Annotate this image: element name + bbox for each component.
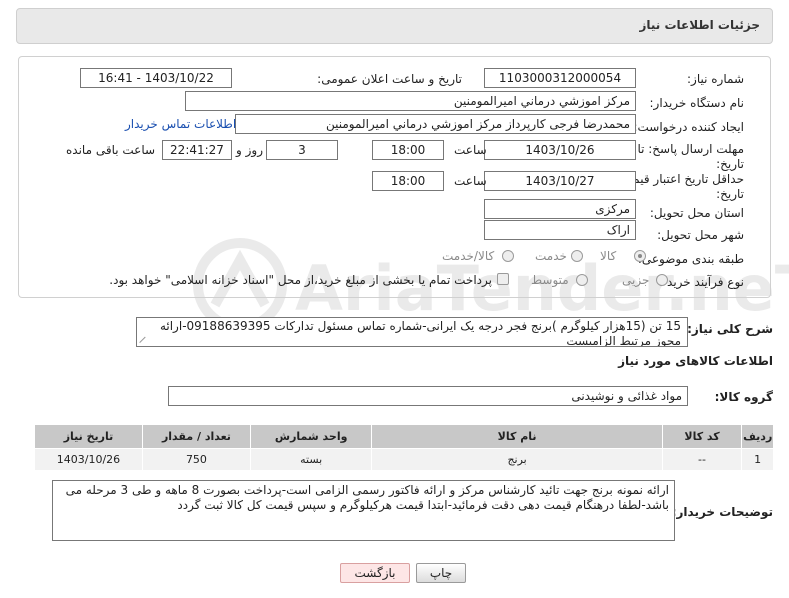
deadline-time-field: 18:00 <box>372 140 444 160</box>
column-header-quantity: تعداد / مقدار <box>141 424 251 449</box>
buyer-notes-label: توضیحات خریدار: <box>671 505 773 519</box>
validity-date-label: تاریخ: <box>716 187 744 201</box>
days-label: روز و <box>236 143 263 157</box>
back-button[interactable]: بازگشت <box>340 563 410 583</box>
category-option-goods-service: کالا/خدمت <box>442 249 495 263</box>
goods-table: ردیف کد کالا نام کالا واحد شمارش تعداد /… <box>34 424 774 471</box>
deadline-date-field: 1403/10/26 <box>484 140 636 160</box>
category-option-goods: کالا <box>600 249 617 263</box>
cell-item-code: -- <box>661 448 743 471</box>
print-button[interactable]: چاپ <box>416 563 466 583</box>
category-radio-goods-service[interactable] <box>502 250 514 262</box>
deadline-label: مهلت ارسال پاسخ: تا <box>637 142 744 156</box>
province-field: مرکزی <box>484 199 636 219</box>
goods-group-field: مواد غذائی و نوشیدنی <box>168 386 688 406</box>
creator-field: محمدرضا فرجی کارپرداز مرکز اموزشي درماني… <box>235 114 636 134</box>
announce-date-field: 1403/10/22 - 16:41 <box>80 68 232 88</box>
resize-handle[interactable] <box>138 335 148 345</box>
city-label: شهر محل تحویل: <box>657 228 744 242</box>
process-radio-medium[interactable] <box>576 274 588 286</box>
buyer-notes-text: ارائه نمونه برنج جهت تائید کارشناس مرکز … <box>52 480 675 541</box>
announce-date-label: تاریخ و ساعت اعلان عمومی: <box>317 72 462 86</box>
column-header-item-code: کد کالا <box>661 424 743 449</box>
need-number-label: شماره نیاز: <box>687 72 744 86</box>
remaining-time-field: 22:41:27 <box>162 140 232 160</box>
category-label: طبقه بندی موضوعی: <box>637 252 744 266</box>
remaining-label: ساعت باقی مانده <box>66 143 156 157</box>
buyer-contact-link[interactable]: اطلاعات تماس خریدار <box>125 117 236 131</box>
column-header-row-number: ردیف <box>741 424 774 449</box>
page-title: جزئیات اطلاعات نیاز <box>639 18 760 32</box>
validity-time-label: ساعت <box>454 174 487 188</box>
column-header-need-date: تاریخ نیاز <box>34 424 143 449</box>
cell-row-number: 1 <box>741 448 774 471</box>
creator-label: ایجاد کننده درخواست: <box>633 120 744 134</box>
category-radio-service[interactable] <box>571 250 583 262</box>
goods-info-title: اطلاعات کالاهای مورد نیاز <box>618 354 773 368</box>
category-radio-goods[interactable] <box>634 250 646 262</box>
treasury-payment-checkbox[interactable] <box>497 273 509 285</box>
treasury-payment-note: پرداخت تمام یا بخشی از مبلغ خرید،از محل … <box>109 273 492 287</box>
table-header-row: ردیف کد کالا نام کالا واحد شمارش تعداد /… <box>34 424 774 449</box>
deadline-date-label: تاریخ: <box>716 157 744 171</box>
process-option-minor: جزیی <box>622 273 650 287</box>
cell-unit: بسته <box>249 448 373 471</box>
cell-item-name: برنج <box>371 448 663 471</box>
validity-time-field: 18:00 <box>372 171 444 191</box>
cell-quantity: 750 <box>141 448 251 471</box>
process-radio-minor[interactable] <box>656 274 668 286</box>
process-option-medium: متوسط <box>531 273 569 287</box>
column-header-unit: واحد شمارش <box>249 424 373 449</box>
header-panel: جزئیات اطلاعات نیاز <box>16 8 773 44</box>
category-option-service: خدمت <box>535 249 567 263</box>
goods-group-label: گروه کالا: <box>714 390 773 404</box>
province-label: استان محل تحویل: <box>649 206 744 220</box>
validity-date-field: 1403/10/27 <box>484 171 636 191</box>
deadline-time-label: ساعت <box>454 143 487 157</box>
need-number-field: 1103000312000054 <box>484 68 636 88</box>
buyer-org-label: نام دستگاه خریدار: <box>649 96 745 110</box>
table-row: 1 -- برنج بسته 750 1403/10/26 <box>34 448 774 471</box>
days-field: 3 <box>266 140 338 160</box>
city-field: اراک <box>484 220 636 240</box>
process-label: نوع فرآیند خرید : <box>659 275 744 289</box>
description-text: 15 تن (15هزار کیلوگرم )برنج فجر درجه یک … <box>136 317 688 347</box>
buyer-org-field: مرکز اموزشي درماني اميرالمومنين <box>185 91 636 111</box>
column-header-item-name: نام کالا <box>371 424 663 449</box>
cell-need-date: 1403/10/26 <box>34 448 143 471</box>
description-label: شرح کلی نیاز: <box>687 322 773 336</box>
